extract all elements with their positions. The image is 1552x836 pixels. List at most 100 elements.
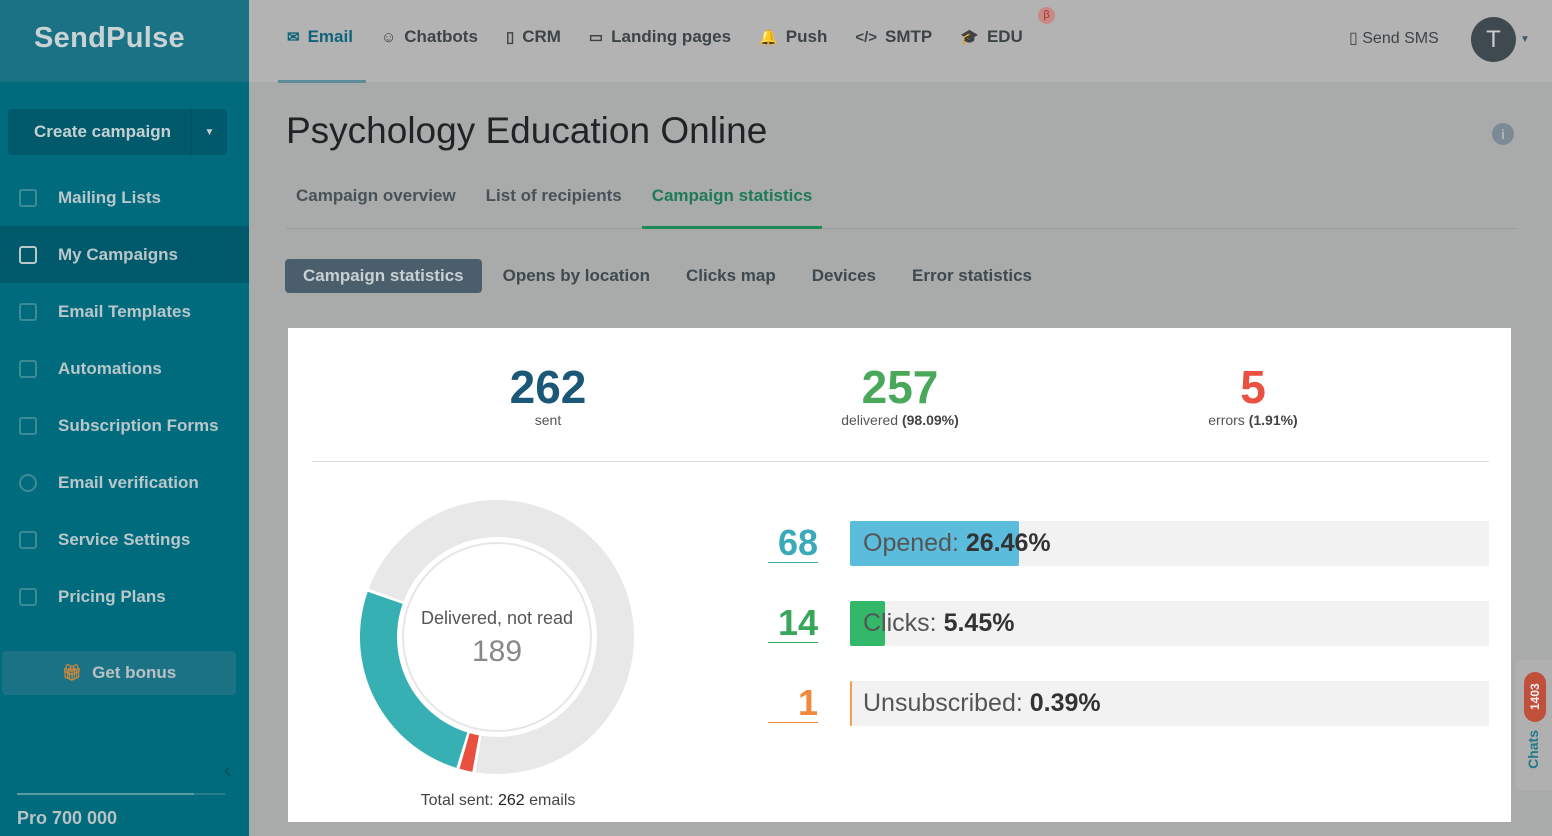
sidebar-item-mailing-lists[interactable]: Mailing Lists (0, 169, 249, 226)
total-value: 262 (498, 792, 525, 809)
sidebar-item-email-verification[interactable]: Email verification (0, 454, 249, 511)
nav-label: Email (307, 27, 353, 46)
nav-label: Push (785, 27, 828, 46)
sidebar-item-label: Service Settings (58, 529, 191, 549)
nav-label: Landing pages (611, 27, 732, 46)
create-campaign-button[interactable]: Create campaign ▼ (8, 109, 227, 155)
send-sms-label: Send SMS (1362, 30, 1439, 47)
nav-crm[interactable]: ▯ CRM (506, 26, 561, 48)
phone-icon: ▯ (1349, 30, 1363, 47)
sent-count: 262 (509, 361, 587, 413)
donut-center-label: Delivered, not read (420, 608, 574, 628)
form-icon (19, 416, 37, 435)
nav-label: EDU (986, 27, 1023, 46)
metric-row: 14 Clicks: 5.45% (768, 601, 1489, 646)
get-bonus-button[interactable]: 🎁︎ Get bonus (2, 651, 236, 695)
send-sms-button[interactable]: ▯ Send SMS (1349, 28, 1439, 48)
metric-row: 68 Opened: 26.46% (768, 521, 1489, 566)
stat-errors: 5 errors (1.91%) (1103, 362, 1403, 428)
tab-list-of-recipients[interactable]: List of recipients (476, 186, 632, 229)
graduation-cap-icon: 🎓 (960, 29, 979, 46)
chats-widget[interactable]: 1403 Chats (1515, 660, 1552, 790)
get-bonus-label: Get bonus (92, 663, 177, 682)
logo[interactable]: SendPulse (0, 0, 249, 82)
campaign-tabs: Campaign overview List of recipients Cam… (286, 186, 1516, 229)
plan-name[interactable]: Pro 700 000 (17, 808, 117, 829)
sent-label: sent (534, 412, 562, 428)
nav-label: SMTP (885, 27, 933, 46)
bell-icon: 🔔 (759, 29, 778, 46)
sidebar-item-label: Automations (58, 358, 162, 378)
metric-pct: 0.39% (1029, 689, 1101, 717)
check-circle-icon (19, 473, 37, 492)
nav-edu[interactable]: 🎓 EDU (960, 26, 1023, 48)
metric-label: Unsubscribed: 0.39% (863, 681, 1101, 726)
chevron-down-icon[interactable]: ▼ (1520, 34, 1530, 45)
sidebar-item-my-campaigns[interactable]: My Campaigns (0, 226, 249, 283)
subtab-campaign-statistics[interactable]: Campaign statistics (285, 259, 482, 293)
tab-campaign-overview[interactable]: Campaign overview (286, 186, 466, 229)
delivered-count: 257 (861, 361, 939, 413)
landing-icon: ▭ (588, 29, 604, 46)
metric-label: Opened: 26.46% (863, 521, 1051, 566)
active-nav-underline (278, 80, 366, 83)
metric-pct: 5.45% (943, 609, 1015, 637)
subtab-opens-by-location[interactable]: Opens by location (503, 266, 650, 286)
errors-pct: (1.91%) (1248, 412, 1298, 428)
address-book-icon (19, 188, 37, 207)
nav-smtp[interactable]: </> SMTP (855, 26, 932, 48)
page-title: Psychology Education Online (286, 110, 768, 151)
sidebar-item-label: Subscription Forms (58, 415, 219, 435)
subtab-clicks-map[interactable]: Clicks map (686, 266, 776, 286)
collapse-sidebar-icon[interactable]: ‹ (224, 760, 231, 783)
metric-count[interactable]: 1 (768, 684, 818, 723)
pricing-icon (19, 587, 37, 606)
code-icon: </> (855, 28, 878, 46)
subtab-devices[interactable]: Devices (812, 266, 876, 286)
metric-bar: Clicks: 5.45% (850, 601, 1489, 646)
template-icon (19, 302, 37, 321)
sidebar-item-service-settings[interactable]: Service Settings (0, 511, 249, 568)
chevron-down-icon[interactable]: ▼ (191, 109, 227, 155)
nav-landing-pages[interactable]: ▭ Landing pages (589, 26, 731, 48)
chatbot-icon: ☺ (380, 28, 397, 46)
sidebar-item-subscription-forms[interactable]: Subscription Forms (0, 397, 249, 454)
sidebar-item-pricing-plans[interactable]: Pricing Plans (0, 568, 249, 625)
sidebar-item-label: Mailing Lists (58, 187, 161, 207)
sidebar-item-label: My Campaigns (58, 244, 178, 264)
beta-badge: β (1038, 7, 1055, 24)
tab-campaign-statistics[interactable]: Campaign statistics (641, 186, 823, 229)
metric-count[interactable]: 68 (768, 524, 818, 563)
nav-push[interactable]: 🔔 Push (759, 26, 827, 48)
stats-subtabs: Campaign statistics Opens by location Cl… (285, 259, 1068, 293)
donut-center-value: 189 (471, 635, 523, 668)
gift-icon: 🎁︎ (61, 665, 83, 682)
chats-label: Chats (1525, 730, 1541, 769)
stat-delivered: 257 delivered (98.09%) (750, 362, 1050, 428)
delivered-label: delivered (841, 412, 899, 428)
sidebar-item-label: Email verification (58, 472, 199, 492)
metric-name: Opened: (863, 529, 959, 557)
total-sent: Total sent: 262 emails (368, 792, 628, 810)
total-prefix: Total sent: (420, 792, 494, 809)
sidebar-item-automations[interactable]: Automations (0, 340, 249, 397)
metric-pct: 26.46% (965, 529, 1051, 557)
sidebar-item-email-templates[interactable]: Email Templates (0, 283, 249, 340)
info-icon[interactable]: i (1492, 123, 1514, 145)
subtab-error-statistics[interactable]: Error statistics (912, 266, 1032, 286)
metric-name: Clicks: (863, 609, 937, 637)
metric-label: Clicks: 5.45% (863, 601, 1014, 646)
donut-center: Delivered, not read 189 (408, 608, 586, 669)
statistics-card: 262 sent 257 delivered (98.09%) 5 errors (1… (288, 328, 1511, 822)
metric-count[interactable]: 14 (768, 604, 818, 643)
delivered-pct: (98.09%) (901, 412, 959, 428)
stat-sent: 262 sent (398, 362, 698, 428)
nav-email[interactable]: ✉ Email (287, 26, 353, 48)
nav-chatbots[interactable]: ☺ Chatbots (381, 26, 478, 48)
automation-icon (19, 359, 37, 378)
errors-label: errors (1208, 412, 1245, 428)
nav-label: CRM (522, 27, 561, 46)
total-suffix: emails (529, 792, 576, 809)
sidebar: SendPulse Create campaign ▼ Mailing Lists… (0, 0, 249, 836)
avatar[interactable]: T (1471, 17, 1516, 62)
